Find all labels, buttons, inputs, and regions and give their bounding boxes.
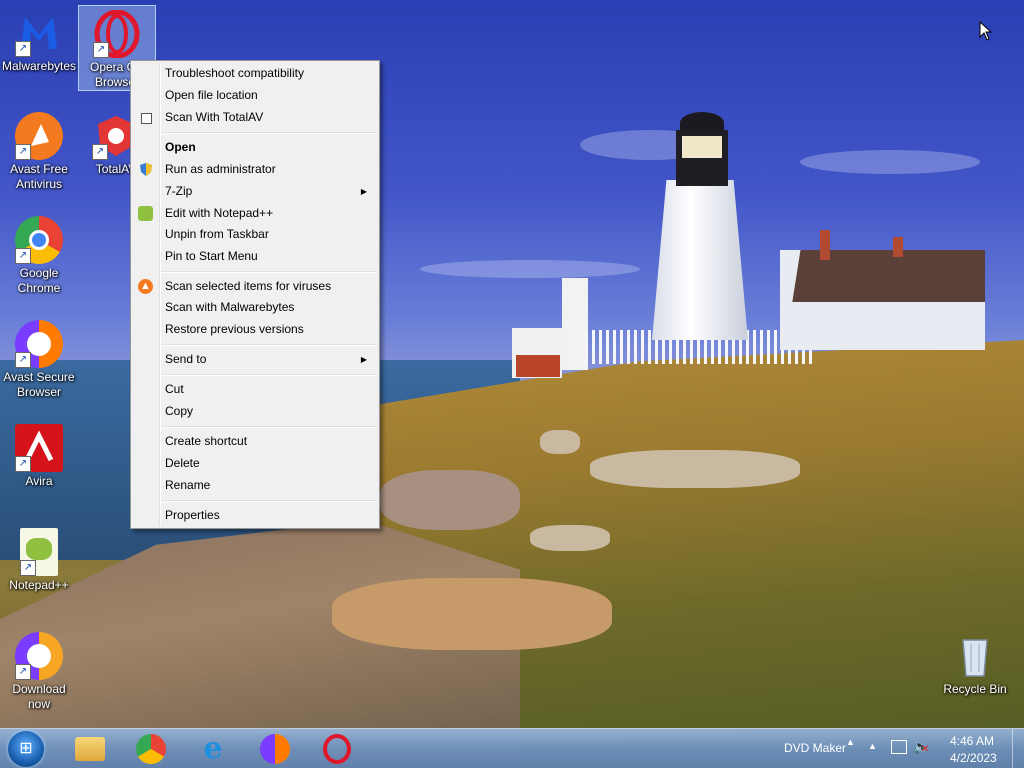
- icon-label: Avast Secure Browser: [3, 370, 75, 399]
- volume-muted-icon[interactable]: 🔈 ✕: [913, 739, 929, 755]
- show-desktop-button[interactable]: [1012, 729, 1024, 768]
- clock-date[interactable]: 4/2/2023: [950, 751, 997, 765]
- menu-item-unpin-from-taskbar[interactable]: Unpin from Taskbar: [133, 224, 377, 245]
- desktop-icon-download-now[interactable]: ↗ Download now: [1, 628, 77, 712]
- menu-separator: [161, 132, 377, 134]
- notepadpp-small-icon: [138, 206, 153, 221]
- menu-item-pin-to-start-menu[interactable]: Pin to Start Menu: [133, 246, 377, 267]
- avast-secure-browser-icon: ↗: [15, 320, 63, 368]
- icon-label: Avast Free Antivirus: [10, 162, 68, 191]
- desktop-icon-avast[interactable]: ↗ Avast Free Antivirus: [1, 108, 77, 192]
- menu-item-edit-with-notepadpp[interactable]: Edit with Notepad++: [133, 203, 377, 224]
- notepadpp-icon: ↗: [20, 528, 58, 576]
- chrome-icon: ↗: [15, 216, 63, 264]
- chrome-icon: [136, 733, 166, 764]
- desktop-icon-recycle-bin[interactable]: Recycle Bin: [937, 628, 1013, 697]
- desktop-icon-malwarebytes[interactable]: ↗ Malwarebytes: [1, 5, 77, 74]
- tray-app-label[interactable]: DVD Maker: [784, 741, 846, 755]
- menu-item-send-to[interactable]: Send to ▶: [133, 349, 377, 370]
- avast-secure-browser-icon: [260, 733, 290, 764]
- recycle-bin-icon: [951, 632, 999, 680]
- menu-separator: [161, 344, 377, 346]
- avira-icon: ↗: [15, 424, 63, 472]
- clock-time[interactable]: 4:46 AM: [950, 734, 994, 748]
- taskbar-internet-explorer[interactable]: e: [185, 731, 241, 767]
- submenu-arrow-icon: ▶: [360, 187, 367, 196]
- chevron-up-icon[interactable]: ▲: [846, 737, 855, 747]
- icon-label: Download now: [12, 682, 66, 711]
- windows-logo-icon: ⊞: [19, 740, 33, 757]
- start-button[interactable]: ⊞: [8, 731, 44, 767]
- icon-label: Avira: [25, 474, 53, 488]
- menu-separator: [161, 500, 377, 502]
- desktop-icon-chrome[interactable]: ↗ Google Chrome: [1, 212, 77, 296]
- menu-item-create-shortcut[interactable]: Create shortcut: [133, 431, 377, 452]
- menu-item-scan-for-viruses[interactable]: ▲ Scan selected items for viruses: [133, 276, 377, 297]
- menu-item-scan-with-totalav[interactable]: Scan With TotalAV: [133, 107, 377, 128]
- show-hidden-icons-button[interactable]: ▲: [868, 741, 877, 751]
- menu-separator: [161, 374, 377, 376]
- menu-item-scan-with-malwarebytes[interactable]: Scan with Malwarebytes: [133, 297, 377, 318]
- menu-item-7zip[interactable]: 7-Zip ▶: [133, 181, 377, 202]
- menu-item-open-file-location[interactable]: Open file location: [133, 85, 377, 106]
- internet-explorer-icon: e: [203, 730, 223, 766]
- context-menu: Troubleshoot compatibility Open file loc…: [130, 60, 380, 529]
- desktop-icon-notepadpp[interactable]: ↗ Notepad++: [1, 524, 77, 593]
- desktop-icon-avast-secure-browser[interactable]: ↗ Avast Secure Browser: [1, 316, 77, 400]
- icon-label: Notepad++: [9, 578, 69, 592]
- desktop[interactable]: ↗ Malwarebytes ↗ Opera GX Browser ↗ Avas…: [0, 0, 1024, 768]
- menu-item-troubleshoot-compatibility[interactable]: Troubleshoot compatibility: [133, 63, 377, 84]
- totalav-scan-icon: [141, 113, 152, 124]
- menu-item-cut[interactable]: Cut: [133, 379, 377, 400]
- opera-icon: ↗: [93, 9, 141, 59]
- menu-item-open[interactable]: Open: [133, 137, 377, 158]
- icon-label: Google Chrome: [17, 266, 61, 295]
- network-icon[interactable]: [891, 740, 907, 754]
- menu-item-copy[interactable]: Copy: [133, 401, 377, 422]
- malwarebytes-icon: ↗: [15, 9, 63, 57]
- icon-label: Malwarebytes: [1, 59, 77, 73]
- avast-download-icon: ↗: [15, 632, 63, 680]
- menu-item-delete[interactable]: Delete: [133, 453, 377, 474]
- avast-icon: ↗: [15, 112, 63, 160]
- file-explorer-icon: [75, 736, 105, 761]
- menu-item-run-as-administrator[interactable]: Run as administrator: [133, 159, 377, 180]
- submenu-arrow-icon: ▶: [360, 355, 367, 364]
- uac-shield-icon: [138, 162, 153, 177]
- menu-separator: [161, 271, 377, 273]
- taskbar-file-explorer[interactable]: [62, 731, 118, 767]
- menu-item-properties[interactable]: Properties: [133, 505, 377, 526]
- menu-separator: [161, 426, 377, 428]
- icon-label: Recycle Bin: [943, 682, 1007, 696]
- desktop-icon-avira[interactable]: ↗ Avira: [1, 420, 77, 489]
- taskbar-chrome[interactable]: [123, 731, 179, 767]
- taskbar: ⊞ e DVD Maker ▲ ▲ 🔈 ✕ 4:46 AM 4/2/2023: [0, 728, 1024, 768]
- taskbar-opera[interactable]: [309, 731, 365, 767]
- avast-small-icon: ▲: [138, 279, 153, 294]
- taskbar-avast-secure-browser[interactable]: [247, 731, 303, 767]
- menu-item-restore-previous-versions[interactable]: Restore previous versions: [133, 319, 377, 340]
- opera-icon: [323, 733, 351, 764]
- menu-item-rename[interactable]: Rename: [133, 475, 377, 496]
- mouse-cursor: [979, 20, 993, 46]
